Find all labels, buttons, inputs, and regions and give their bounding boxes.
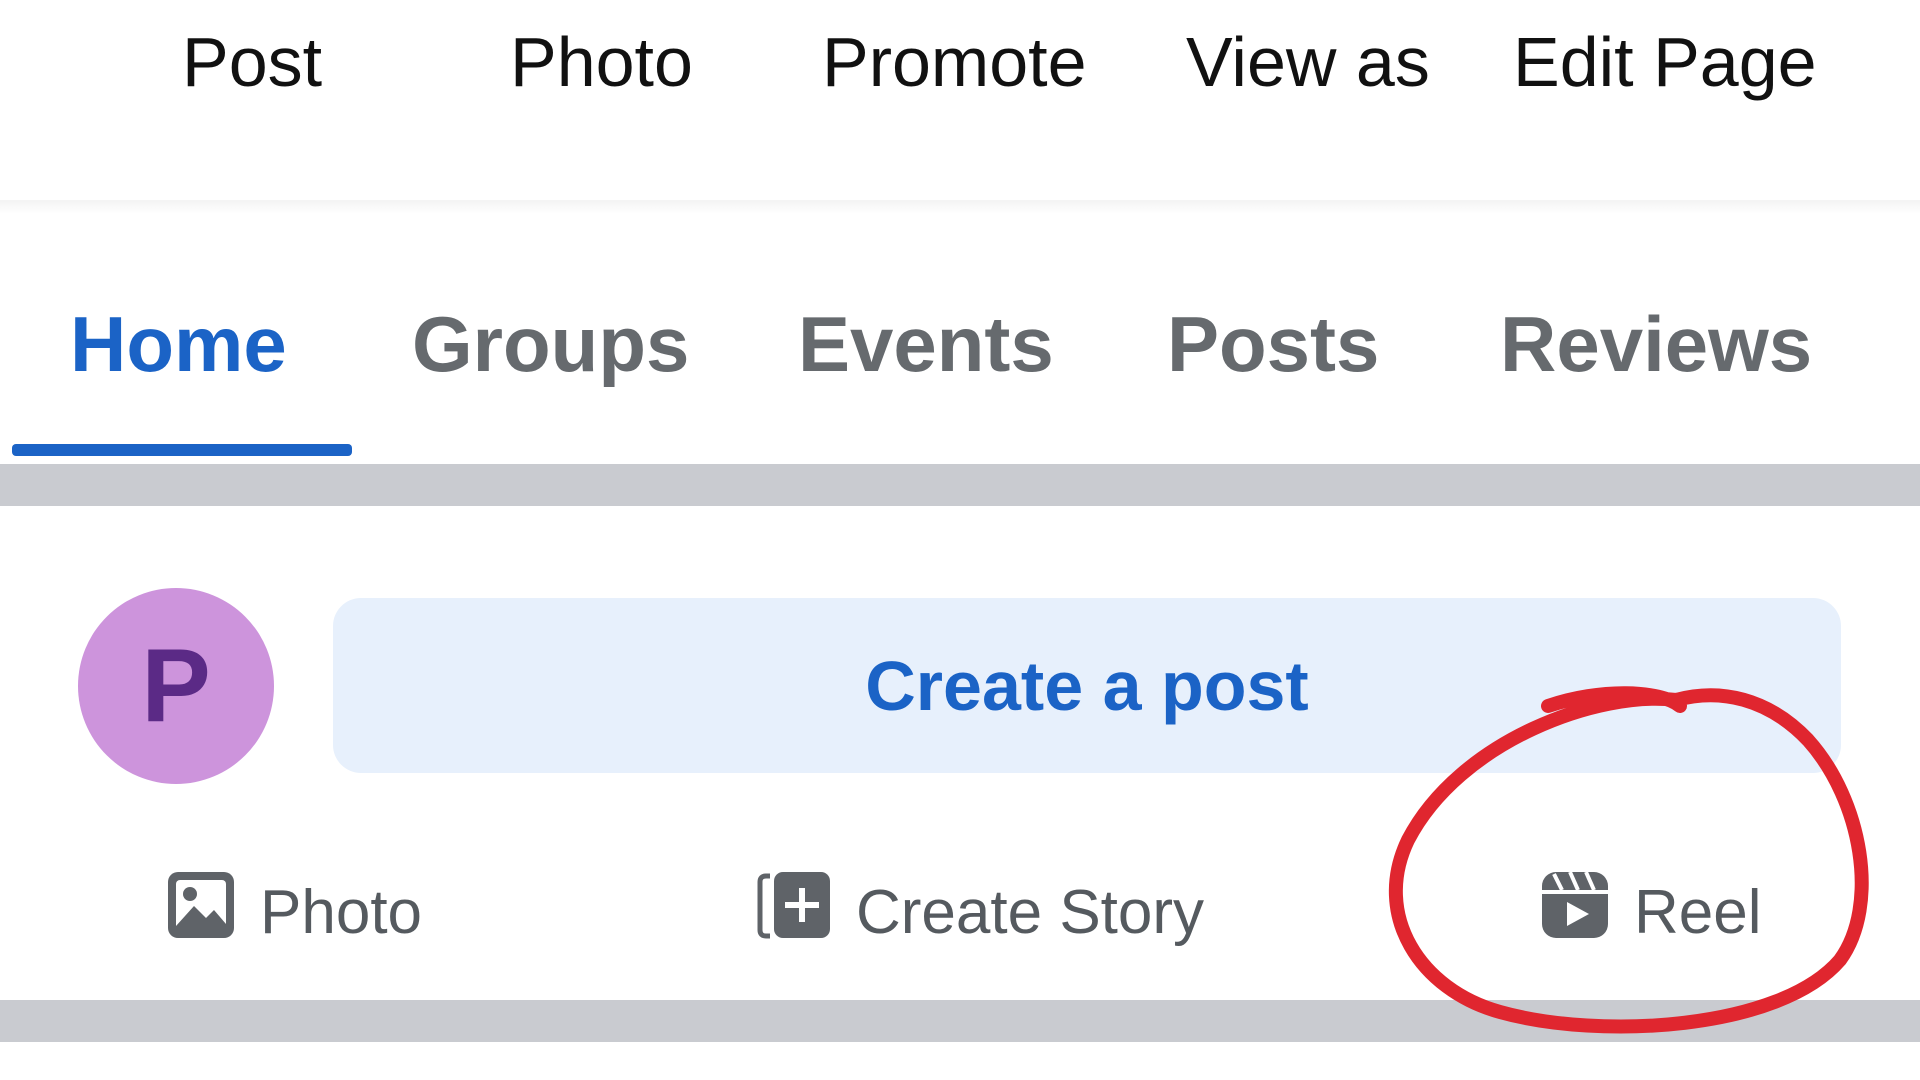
page-management-screen: Post Photo Promote View as Edit Page Hom… bbox=[0, 0, 1920, 1080]
view-as-button[interactable]: View as bbox=[1186, 20, 1430, 105]
create-story-button[interactable]: Create Story bbox=[756, 870, 1204, 954]
page-action-bar: Post Photo Promote View as Edit Page bbox=[0, 0, 1920, 200]
tab-events[interactable]: Events bbox=[798, 294, 1054, 394]
create-story-label: Create Story bbox=[856, 877, 1205, 947]
tab-home[interactable]: Home bbox=[70, 294, 287, 394]
avatar-initial: P bbox=[141, 627, 211, 744]
page-tabs: Home Groups Events Posts Reviews bbox=[0, 214, 1920, 464]
top-divider bbox=[0, 200, 1920, 214]
photo-button[interactable]: Photo bbox=[164, 870, 422, 954]
active-tab-indicator bbox=[12, 444, 352, 456]
avatar[interactable]: P bbox=[78, 588, 274, 784]
post-action-button[interactable]: Post bbox=[182, 20, 322, 105]
create-story-icon bbox=[756, 868, 834, 957]
section-separator bbox=[0, 464, 1920, 506]
tab-reviews[interactable]: Reviews bbox=[1500, 294, 1812, 394]
photo-button-label: Photo bbox=[260, 877, 423, 947]
section-separator-bottom bbox=[0, 1000, 1920, 1042]
edit-page-button[interactable]: Edit Page bbox=[1513, 20, 1817, 105]
reel-label: Reel bbox=[1634, 877, 1762, 947]
photo-icon bbox=[164, 868, 238, 957]
tab-groups[interactable]: Groups bbox=[412, 294, 689, 394]
tab-posts[interactable]: Posts bbox=[1167, 294, 1379, 394]
create-post-label: Create a post bbox=[865, 646, 1309, 725]
promote-button[interactable]: Promote bbox=[822, 20, 1087, 105]
create-post-button[interactable]: Create a post bbox=[333, 598, 1841, 773]
photo-action-button[interactable]: Photo bbox=[510, 20, 693, 105]
reel-icon bbox=[1538, 868, 1612, 957]
reel-button[interactable]: Reel bbox=[1538, 870, 1762, 954]
